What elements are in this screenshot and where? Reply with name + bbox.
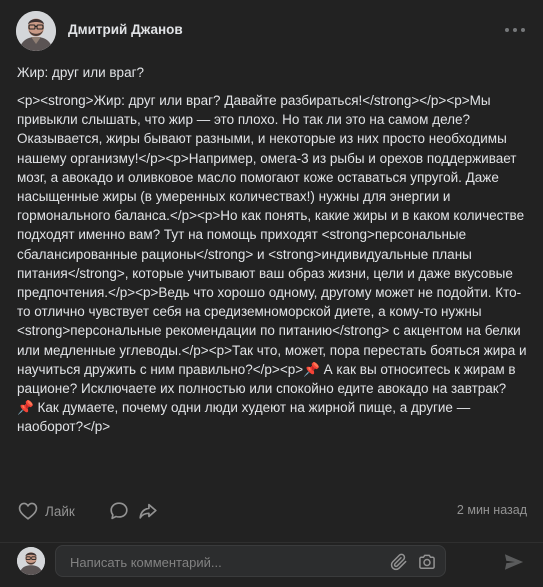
comment-bar	[0, 543, 543, 587]
post-body: <p><strong>Жир: друг или враг? Давайте р…	[17, 93, 527, 435]
share-arrow-icon	[139, 503, 157, 519]
send-button[interactable]	[503, 552, 525, 577]
post-actions: Лайк 2 мин назад	[17, 500, 527, 522]
like-button[interactable]: Лайк	[17, 500, 75, 522]
post-title: Жир: друг или враг?	[17, 65, 145, 80]
post-card: Дмитрий Джанов Жир: друг или враг? <p><s…	[0, 0, 543, 542]
paperclip-icon[interactable]	[389, 552, 409, 572]
avatar-photo	[16, 11, 56, 51]
send-icon	[504, 554, 524, 570]
post-timestamp: 2 мин назад	[456, 503, 527, 517]
comment-button[interactable]	[108, 500, 130, 527]
avatar-photo	[17, 547, 45, 575]
comment-input-box	[55, 545, 446, 578]
camera-icon[interactable]	[417, 552, 437, 572]
comment-bubble-icon	[110, 502, 128, 520]
share-button[interactable]	[137, 500, 159, 527]
current-user-avatar[interactable]	[17, 547, 45, 575]
like-label: Лайк	[45, 503, 75, 519]
more-dots-icon[interactable]	[505, 22, 525, 38]
author-avatar[interactable]	[16, 11, 56, 51]
heart-icon	[18, 502, 38, 520]
comment-input[interactable]	[68, 546, 392, 578]
author-name[interactable]: Дмитрий Джанов	[68, 22, 183, 37]
